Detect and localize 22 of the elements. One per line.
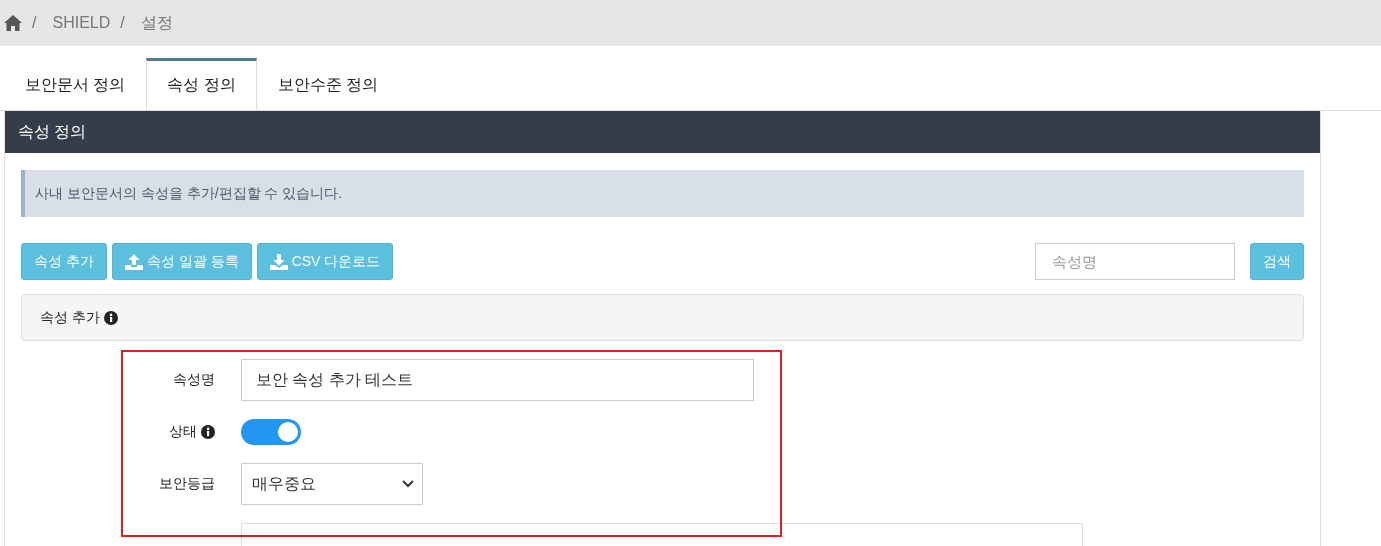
select-field[interactable]: 매우중요 [241,463,423,505]
chevron-icon [402,480,414,488]
search-field[interactable]: 속성명 [1035,243,1235,280]
tab[interactable]: 속성 정의 [146,58,257,110]
download-icon [269,253,288,270]
home-icon[interactable] [4,15,22,31]
section-title: 속성 추가 [40,308,100,327]
upload-icon [124,253,143,270]
field-label: 상태 [169,423,197,441]
panel-title: 속성 정의 [18,121,87,142]
toggle-switch[interactable] [241,419,301,445]
tab[interactable]: 보안수준 정의 [256,58,400,110]
breadcrumb-current: 설정 [140,12,173,33]
input-field[interactable]: 보안 속성 추가 테스트 [241,359,754,401]
breadcrumb-separator: / [32,14,37,32]
info-notice: 사내 보안문서의 속성을 추가/편집할 수 있습니다. [21,170,1304,217]
breadcrumb-link[interactable]: SHIELD [52,14,111,32]
tab[interactable]: 보안문서 정의 [4,58,147,110]
field-label: 속성명 [173,371,215,389]
field-label: 보안등급 [159,475,215,493]
breadcrumb-separator: / [120,14,125,32]
section-header[interactable]: 속성 추가 [21,294,1304,341]
